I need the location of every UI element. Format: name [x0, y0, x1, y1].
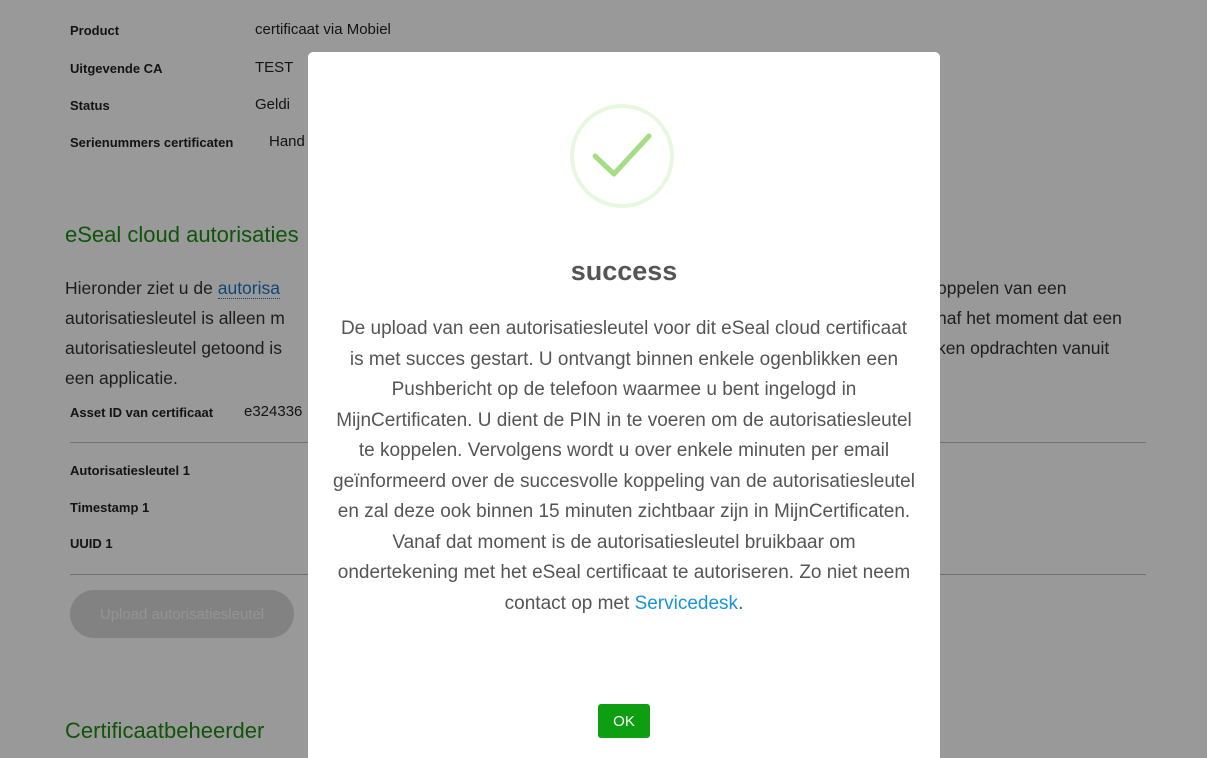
dialog-message: De upload van een autorisatiesleutel voo… [332, 314, 916, 619]
success-dialog: success De upload van een autorisatiesle… [308, 52, 940, 758]
dialog-message-text: De upload van een autorisatiesleutel voo… [333, 318, 915, 614]
dialog-message-end: . [738, 592, 744, 614]
dialog-title: success [570, 256, 678, 286]
success-check-icon [570, 104, 674, 208]
servicedesk-link[interactable]: Servicedesk [635, 593, 739, 614]
ok-button[interactable]: OK [598, 704, 650, 738]
